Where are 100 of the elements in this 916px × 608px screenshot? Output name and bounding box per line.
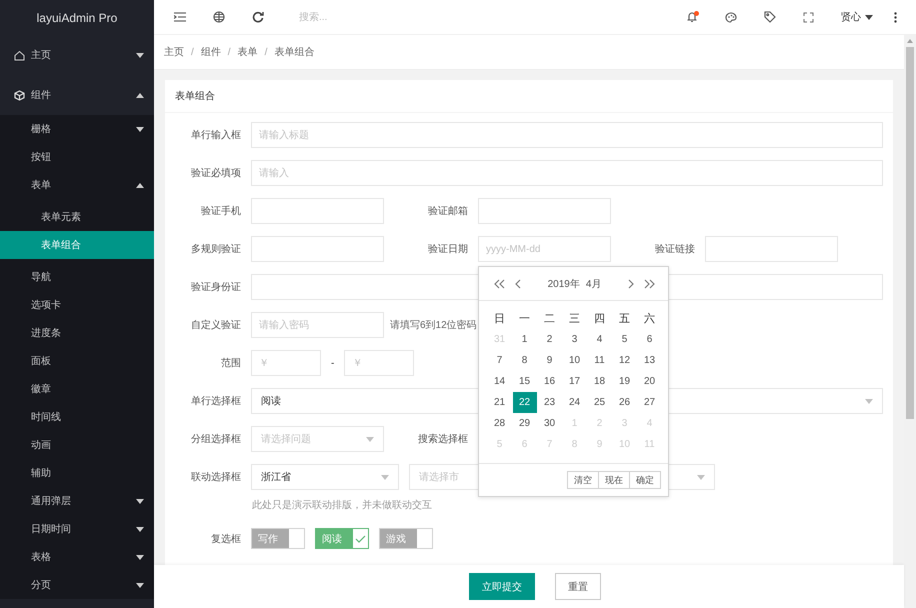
dropdown[interactable]: 浙江省 bbox=[251, 464, 399, 490]
sidebar-item[interactable]: 按钮 bbox=[0, 143, 154, 171]
calendar-day[interactable]: 26 bbox=[612, 392, 636, 413]
calendar-day[interactable]: 15 bbox=[512, 371, 536, 392]
sidebar-item[interactable]: 动画 bbox=[0, 431, 154, 459]
caret-down-icon bbox=[865, 14, 873, 20]
input-field[interactable]: ￥ bbox=[251, 350, 321, 376]
input-field[interactable] bbox=[251, 236, 384, 262]
input-field[interactable]: 请输入密码 bbox=[251, 312, 384, 338]
sidebar-item[interactable]: 进度条 bbox=[0, 319, 154, 347]
sidebar-item[interactable]: 表格 bbox=[0, 543, 154, 571]
chevron-left-icon[interactable] bbox=[515, 278, 521, 288]
sidebar-item[interactable]: 表单 bbox=[0, 171, 154, 199]
breadcrumb-separator: / bbox=[191, 46, 194, 58]
calendar-day[interactable]: 11 bbox=[588, 350, 612, 371]
calendar-day[interactable]: 18 bbox=[588, 371, 612, 392]
calendar-day[interactable]: 17 bbox=[562, 371, 586, 392]
calendar-day[interactable]: 2 bbox=[538, 329, 562, 350]
sidebar-item[interactable]: 辅助 bbox=[0, 459, 154, 487]
calendar-day[interactable]: 24 bbox=[562, 392, 586, 413]
sidebar-item[interactable]: 时间线 bbox=[0, 403, 154, 431]
date-field[interactable]: yyyy-MM-dd bbox=[478, 236, 611, 262]
caret-down-icon bbox=[697, 474, 705, 480]
sidebar-item[interactable]: 导航 bbox=[0, 263, 154, 291]
field-label: 验证必填项 bbox=[190, 166, 241, 180]
card-title: 表单组合 bbox=[175, 90, 215, 103]
calendar-day[interactable]: 4 bbox=[588, 329, 612, 350]
scrollbar-thumb[interactable] bbox=[906, 47, 914, 419]
more-icon[interactable] bbox=[894, 12, 896, 22]
breadcrumb-link[interactable]: 主页 bbox=[164, 45, 184, 59]
sidebar-item[interactable]: 组件 bbox=[0, 75, 154, 115]
calendar-day[interactable]: 20 bbox=[638, 371, 662, 392]
sidebar-item[interactable]: 通用弹层 bbox=[0, 487, 154, 515]
picker-button[interactable]: 现在 bbox=[598, 471, 630, 489]
sidebar-item[interactable]: 面板 bbox=[0, 347, 154, 375]
calendar-day[interactable]: 13 bbox=[638, 350, 662, 371]
field-label: 自定义验证 bbox=[190, 318, 241, 332]
calendar-day[interactable]: 14 bbox=[488, 371, 512, 392]
breadcrumb-link[interactable]: 组件 bbox=[200, 45, 221, 59]
calendar-day[interactable]: 30 bbox=[538, 413, 562, 434]
sidebar-item[interactable]: 分页 bbox=[0, 571, 154, 599]
sidebar-item[interactable]: 主页 bbox=[0, 35, 154, 75]
calendar-day[interactable]: 3 bbox=[562, 329, 586, 350]
calendar-day[interactable]: 1 bbox=[512, 329, 536, 350]
input-field[interactable] bbox=[705, 236, 838, 262]
calendar-day[interactable]: 22 bbox=[512, 392, 536, 413]
calendar-day[interactable]: 12 bbox=[612, 350, 636, 371]
sidebar-item[interactable]: 徽章 bbox=[0, 375, 154, 403]
breadcrumb-link[interactable]: 表单 bbox=[238, 45, 258, 59]
picker-button[interactable]: 清空 bbox=[567, 471, 599, 489]
calendar-day[interactable]: 23 bbox=[538, 392, 562, 413]
menu-icon[interactable] bbox=[174, 12, 186, 22]
month-label[interactable]: 4月 bbox=[586, 276, 602, 290]
input-field[interactable] bbox=[251, 198, 384, 224]
submit-button[interactable]: 立即提交 bbox=[469, 573, 535, 600]
sidebar-item[interactable]: 日期时间 bbox=[0, 515, 154, 543]
bell-icon[interactable] bbox=[686, 11, 698, 23]
caret-down-icon bbox=[366, 436, 374, 442]
calendar-day[interactable]: 9 bbox=[538, 350, 562, 371]
globe-icon[interactable] bbox=[212, 11, 224, 23]
field-label: 验证日期 bbox=[427, 242, 468, 256]
search-field[interactable]: 搜索... bbox=[293, 12, 455, 22]
calendar-day[interactable]: 27 bbox=[638, 392, 662, 413]
calendar-day[interactable]: 8 bbox=[512, 350, 536, 371]
sidebar-item[interactable]: 选项卡 bbox=[0, 291, 154, 319]
calendar-day[interactable]: 28 bbox=[488, 413, 512, 434]
double-chevron-right-icon[interactable] bbox=[644, 278, 656, 288]
field-label: 验证链接 bbox=[654, 242, 695, 256]
input-field[interactable] bbox=[478, 198, 611, 224]
breadcrumb-link[interactable]: 表单组合 bbox=[274, 45, 314, 59]
note-text: 此处只是演示联动排版，并未做联动交互 bbox=[252, 498, 433, 512]
calendar-day[interactable]: 5 bbox=[612, 329, 636, 350]
input-field[interactable]: 请输入 bbox=[251, 160, 883, 186]
input-field[interactable]: ￥ bbox=[344, 350, 414, 376]
fullscreen-icon[interactable] bbox=[803, 12, 814, 22]
reset-button[interactable]: 重置 bbox=[555, 573, 601, 600]
scrollbar[interactable] bbox=[904, 35, 916, 608]
tag-icon[interactable] bbox=[764, 11, 776, 23]
calendar-day[interactable]: 25 bbox=[588, 392, 612, 413]
refresh-icon[interactable] bbox=[252, 11, 264, 23]
sidebar-item[interactable]: 表单元素 bbox=[0, 203, 154, 231]
calendar-day[interactable]: 19 bbox=[612, 371, 636, 392]
sidebar-item[interactable]: 栅格 bbox=[0, 115, 154, 143]
double-chevron-left-icon[interactable] bbox=[493, 278, 505, 288]
calendar-day[interactable]: 16 bbox=[538, 371, 562, 392]
palette-icon[interactable] bbox=[724, 12, 736, 22]
calendar-day[interactable]: 21 bbox=[488, 392, 512, 413]
calendar-day[interactable]: 10 bbox=[562, 350, 586, 371]
input-field[interactable]: 请输入标题 bbox=[251, 122, 883, 148]
sidebar-item[interactable]: 表单组合 bbox=[0, 231, 154, 259]
calendar-day[interactable]: 6 bbox=[638, 329, 662, 350]
user-menu[interactable]: 贤心 bbox=[828, 0, 884, 34]
calendar-day[interactable]: 7 bbox=[488, 350, 512, 371]
year-label[interactable]: 2019年 bbox=[548, 276, 580, 290]
breadcrumb-separator: / bbox=[228, 46, 231, 58]
weekday-label: 四 bbox=[594, 312, 605, 326]
calendar-day[interactable]: 29 bbox=[512, 413, 536, 434]
chevron-right-icon[interactable] bbox=[628, 278, 634, 288]
field-label: 验证身份证 bbox=[190, 281, 241, 294]
picker-button[interactable]: 确定 bbox=[629, 471, 661, 489]
